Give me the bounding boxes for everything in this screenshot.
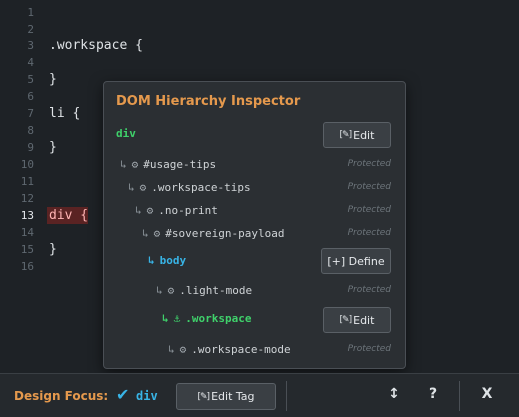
define-button[interactable]: [+] Define [321, 248, 391, 274]
child-arrow-icon: ↳ [162, 312, 169, 325]
gear-icon: ⚙ [139, 181, 147, 194]
editor-line[interactable]: 1 [0, 4, 519, 21]
divider [459, 381, 460, 411]
line-number: 8 [27, 124, 34, 137]
line-number: 10 [20, 158, 34, 171]
line-number: 15 [20, 243, 34, 256]
button-label: Edit [353, 128, 375, 142]
tree-row[interactable]: ↳ ⚙ #sovereign-payload Protected [104, 223, 405, 247]
tree-row-body[interactable]: ↳ body [+] Define [104, 248, 405, 274]
button-label: [+] Define [327, 254, 385, 268]
dom-hierarchy-inspector-panel: DOM Hierarchy Inspector div [✎] Edit ↳ ⚙ #… [103, 81, 406, 369]
tree-node-label: .workspace-tips [151, 181, 251, 194]
tree-node-label: .workspace [185, 312, 252, 325]
tree-row[interactable]: ↳ ⚙ .workspace-mode Protected [104, 339, 405, 363]
editor-line[interactable]: 3 .workspace { [0, 37, 519, 54]
divider [286, 381, 287, 411]
child-arrow-icon: ↳ [120, 158, 127, 171]
line-number: 9 [27, 141, 34, 154]
pencil-icon: [✎] [339, 315, 353, 325]
child-arrow-icon: ↳ [148, 254, 155, 267]
code-text: .workspace { [49, 38, 143, 53]
bottom-toolbar: Design Focus: ✔ div [✎] Edit Tag ↕ ? X [0, 373, 519, 417]
line-number: 3 [27, 39, 34, 52]
editor-line[interactable]: 4 [0, 54, 519, 71]
child-arrow-icon: ↳ [156, 284, 163, 297]
button-label: Edit Tag [211, 390, 255, 403]
edit-button[interactable]: [✎] Edit [323, 122, 391, 148]
line-number: 1 [27, 6, 34, 19]
line-number: 11 [20, 175, 34, 188]
tree-row[interactable]: ↳ ⚙ #usage-tips Protected [104, 154, 405, 178]
pencil-icon: [✎] [339, 130, 353, 140]
panel-title: DOM Hierarchy Inspector [116, 94, 301, 109]
button-label: Edit [353, 313, 375, 327]
tree-node-label: .light-mode [179, 284, 253, 297]
status-protected: Protected [347, 205, 391, 215]
child-arrow-icon: ↳ [142, 227, 149, 240]
anchor-icon: ⚓ [173, 312, 181, 325]
tree-row[interactable]: ↳ ⚙ .workspace-tips Protected [104, 177, 405, 201]
editor-line[interactable]: 2 [0, 21, 519, 38]
status-protected: Protected [347, 228, 391, 238]
tree-node-label: .workspace-mode [191, 343, 291, 356]
tree-row-workspace[interactable]: ↳ ⚓ .workspace [✎] Edit [104, 306, 405, 333]
design-focus-label: Design Focus: [14, 389, 109, 403]
tree-node-label: body [159, 254, 187, 267]
line-number: 6 [27, 90, 34, 103]
line-number: 13 [20, 209, 34, 222]
code-text: } [49, 140, 57, 155]
line-number: 12 [20, 192, 34, 205]
tree-node-label: #sovereign-payload [165, 227, 285, 240]
edit-button[interactable]: [✎] Edit [323, 307, 391, 333]
tree-node-label: .no-print [158, 204, 218, 217]
code-text: } [49, 242, 57, 257]
edit-tag-button[interactable]: [✎] Edit Tag [176, 383, 276, 410]
gear-icon: ⚙ [146, 204, 154, 217]
checkmark-icon: ✔ [116, 385, 130, 404]
status-protected: Protected [347, 182, 391, 192]
gear-icon: ⚙ [167, 284, 175, 297]
resize-vertical-icon[interactable]: ↕ [383, 386, 405, 402]
status-protected: Protected [347, 285, 391, 295]
pencil-icon: [✎] [197, 391, 211, 402]
tree-row[interactable]: ↳ ⚙ .light-mode Protected [104, 280, 405, 304]
tree-node-label: div [116, 127, 136, 140]
status-protected: Protected [347, 344, 391, 354]
focus-tag: div [136, 389, 158, 403]
code-text: div { [49, 208, 89, 223]
gear-icon: ⚙ [179, 343, 187, 356]
tree-row-root: div [✎] Edit [104, 122, 405, 148]
child-arrow-icon: ↳ [168, 343, 175, 356]
child-arrow-icon: ↳ [128, 181, 135, 194]
line-number: 16 [20, 260, 34, 273]
line-number: 5 [27, 73, 34, 86]
line-number: 7 [27, 107, 34, 120]
line-number: 2 [27, 23, 34, 36]
tree-node-label: #usage-tips [143, 158, 217, 171]
line-number: 4 [27, 56, 34, 69]
line-number: 14 [20, 226, 34, 239]
code-text: } [49, 72, 57, 87]
child-arrow-icon: ↳ [135, 204, 142, 217]
close-button[interactable]: X [476, 386, 498, 402]
gear-icon: ⚙ [153, 227, 161, 240]
help-button[interactable]: ? [422, 386, 444, 402]
code-text: li { [49, 106, 81, 121]
status-protected: Protected [347, 159, 391, 169]
gear-icon: ⚙ [131, 158, 139, 171]
tree-row[interactable]: ↳ ⚙ .no-print Protected [104, 200, 405, 224]
